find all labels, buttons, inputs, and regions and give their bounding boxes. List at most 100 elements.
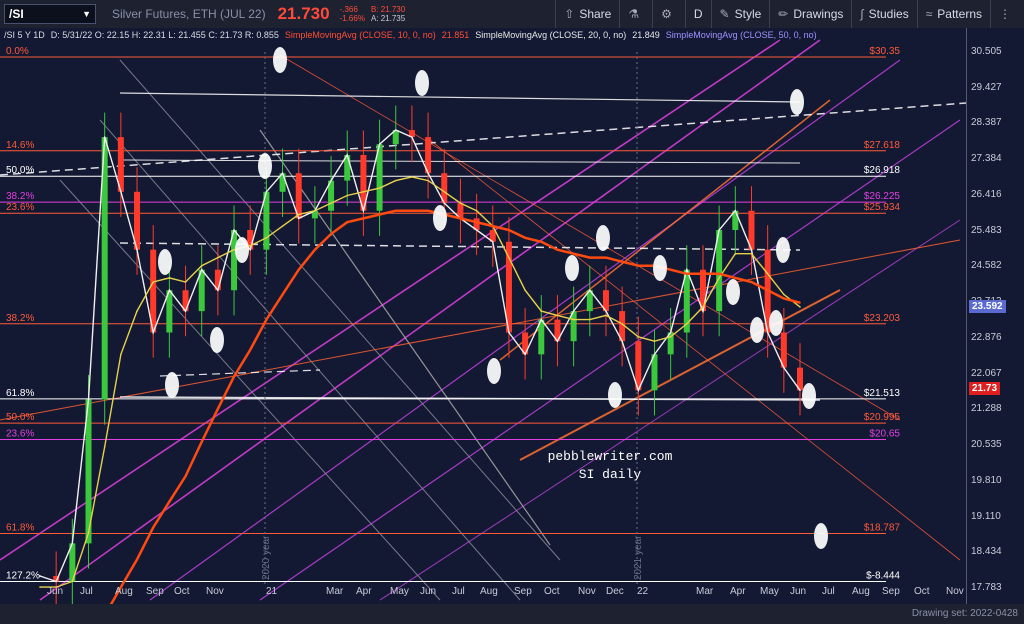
top-toolbar: /SI ▼ Silver Futures, ETH (JUL 22) 21.73…	[0, 0, 1024, 29]
bottom-bar: Drawing set: 2022-0428	[0, 604, 1024, 624]
pivot-marker-9	[565, 255, 579, 281]
year-label-0: 2020 year	[261, 535, 272, 580]
fib-price-label-5: $23.203	[864, 313, 901, 324]
series-point-1-22	[394, 179, 397, 182]
x-tick-3: Sep	[146, 586, 164, 597]
more-button[interactable]: ⋮	[990, 0, 1024, 28]
series-point-0-40	[686, 268, 688, 271]
patterns-icon: ≈	[925, 7, 933, 21]
series-point-1-10	[200, 264, 203, 267]
x-tick-6: 21	[266, 586, 278, 597]
pivot-marker-7	[487, 358, 501, 384]
series-point-2-31	[540, 240, 543, 243]
series-point-1-41	[702, 306, 704, 308]
series-point-0-9	[184, 310, 187, 312]
series-point-2-17	[314, 248, 316, 251]
interval-button[interactable]: D	[684, 0, 711, 28]
series-point-0-22	[394, 129, 397, 131]
series-point-0-37	[637, 389, 640, 392]
series-point-1-15	[281, 225, 284, 227]
series-point-1-19	[346, 194, 349, 197]
time-axis[interactable]: Jun Jul Aug Sep Oct Nov 21 Mar Apr May Jun Jul Aug Se…	[0, 584, 966, 604]
series-point-0-23	[411, 136, 413, 138]
pivot-marker-15	[769, 310, 783, 336]
series-point-1-29	[508, 256, 510, 259]
series-point-1-3	[87, 531, 90, 534]
pivot-marker-2	[258, 153, 272, 179]
series-point-1-14	[265, 237, 268, 239]
fib-pct-label-2: 50.0%	[6, 165, 34, 176]
x-tick-22: Jul	[822, 586, 835, 597]
series-point-1-32	[556, 314, 559, 317]
series-point-2-44	[750, 281, 753, 283]
settings-button[interactable]: ⚙	[652, 0, 685, 28]
sma-value-badge: 23.592	[969, 300, 1006, 314]
x-tick-13: Sep	[514, 586, 532, 597]
series-point-0-19	[346, 154, 349, 156]
series-point-0-2	[71, 542, 74, 545]
series-point-2-41	[702, 272, 704, 275]
series-point-1-6	[136, 310, 138, 312]
series-point-2-6	[136, 558, 138, 561]
studies-button[interactable]: ∫ Studies	[851, 0, 916, 28]
last-price: 21.730	[277, 4, 330, 23]
drawing-set-label: Drawing set: 2022-0428	[911, 608, 1018, 619]
symbol-text: /SI	[9, 7, 24, 21]
x-tick-25: Oct	[914, 586, 930, 597]
series-point-2-10	[200, 441, 203, 443]
x-tick-12: Aug	[480, 586, 498, 597]
series-point-1-37	[637, 336, 640, 338]
symbol-selector[interactable]: /SI ▼	[4, 4, 96, 24]
series-point-0-18	[330, 179, 332, 182]
pivot-marker-13	[726, 279, 740, 305]
pivot-marker-19	[814, 523, 828, 549]
share-button[interactable]: ⇧ Share	[555, 0, 619, 28]
x-tick-20: May	[760, 586, 779, 597]
series-point-2-29	[508, 229, 510, 231]
series-point-2-21	[378, 213, 381, 216]
series-point-1-46	[783, 293, 785, 296]
style-button[interactable]: ✎ Style	[710, 0, 770, 28]
x-tick-15: Nov	[578, 586, 596, 597]
pivot-marker-0	[273, 47, 287, 73]
bid-ask: B: 21.730 A: 21.735	[370, 5, 406, 23]
series-point-0-7	[152, 331, 154, 334]
series-point-1-23	[411, 176, 413, 178]
fib-price-label-4: $25.934	[864, 202, 901, 213]
series-point-2-28	[491, 225, 494, 227]
fib-pct-label-6: 61.8%	[6, 388, 34, 399]
series-point-2-19	[346, 221, 349, 224]
series-point-0-13	[249, 248, 252, 251]
series-point-2-42	[718, 272, 720, 275]
series-point-1-8	[168, 277, 171, 279]
series-point-1-38	[653, 340, 656, 342]
x-tick-2: Aug	[115, 586, 133, 597]
fib-pct-label-7: 50.0%	[6, 412, 34, 423]
y-tick-5: 25.483	[971, 224, 1002, 236]
series-point-2-46	[783, 297, 785, 300]
series-point-0-0	[39, 575, 41, 577]
series-point-0-45	[766, 331, 769, 334]
x-tick-4: Oct	[174, 586, 190, 597]
series-point-2-33	[572, 252, 575, 255]
series-point-2-47	[799, 301, 801, 304]
series-point-0-11	[217, 289, 219, 292]
series-point-0-31	[540, 318, 543, 321]
price-axis[interactable]: 30.505 29.427 28.387 27.384 26.416 25.483 24.5…	[966, 28, 1024, 604]
instrument-name: Silver Futures, ETH (JUL 22)	[112, 7, 266, 21]
x-tick-23: Aug	[852, 586, 870, 597]
fib-pct-label-0: 0.0%	[6, 46, 29, 57]
series-point-1-21	[378, 187, 381, 189]
flask-button[interactable]: ⚗	[619, 0, 652, 28]
series-point-0-33	[572, 310, 575, 312]
fib-price-label-2: $26.918	[864, 165, 901, 176]
series-point-2-16	[297, 268, 300, 271]
pencil-icon: ✏	[778, 7, 789, 21]
series-point-0-4	[103, 136, 106, 138]
series-point-1-33	[572, 318, 575, 321]
price-chart[interactable]: 0.0% $30.35 14.6% $27.618 50.0% $26.918 38.2% $…	[0, 28, 966, 604]
patterns-button[interactable]: ≈ Patterns	[916, 0, 990, 28]
series-point-2-14	[265, 318, 268, 321]
series-point-0-24	[427, 172, 429, 175]
drawings-button[interactable]: ✏ Drawings	[769, 0, 851, 28]
